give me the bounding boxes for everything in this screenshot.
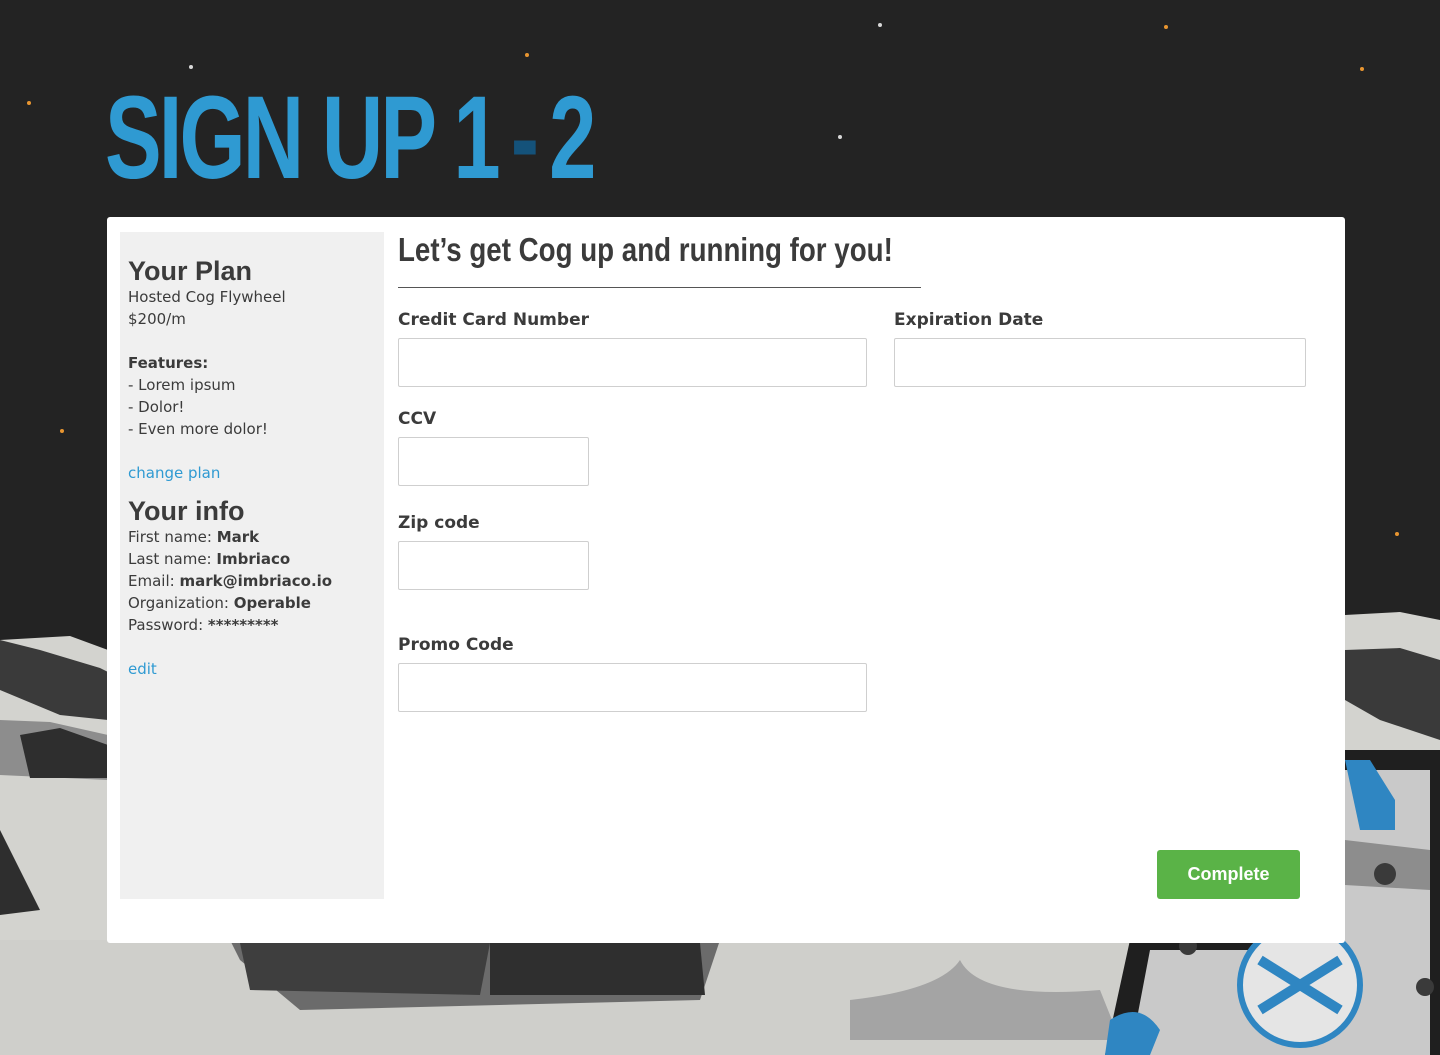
complete-button[interactable]: Complete [1157,850,1300,899]
credit-card-input[interactable] [398,338,867,387]
plan-title: Your Plan [128,256,253,286]
info-value: Operable [233,594,311,612]
title-step-next: 2 [549,72,596,204]
info-value: ********* [207,616,279,634]
info-organization: Organization: Operable [128,592,376,614]
info-first-name: First name: Mark [128,526,376,548]
info-title: Your info [128,496,245,526]
signup-card: Your Plan Hosted Cog Flywheel $200/m Fea… [107,217,1345,943]
plan-name: Hosted Cog Flywheel [128,288,286,306]
expiration-date-label: Expiration Date [894,310,1044,330]
info-value: Mark [216,528,260,546]
ccv-label: CCV [398,409,437,429]
form-headline: Let’s get Cog up and running for you! [398,231,921,288]
info-label: Last name: [128,550,212,568]
info-label: First name: [128,528,212,546]
zip-code-label: Zip code [398,513,480,533]
info-email: Email: mark@imbriaco.io [128,570,376,592]
info-last-name: Last name: Imbriaco [128,548,376,570]
plan-price: $200/m [128,310,186,328]
title-step-current: SIGN UP 1 [105,72,501,204]
page-title: SIGN UP 1-2 [105,78,596,198]
change-plan-link[interactable]: change plan [128,462,220,484]
credit-card-label: Credit Card Number [398,310,589,330]
features-label: Features: [128,354,209,372]
promo-code-label: Promo Code [398,635,514,655]
feature-item: - Lorem ipsum [128,376,236,394]
promo-code-input[interactable] [398,663,867,712]
title-step-separator: - [510,72,539,204]
expiration-date-input[interactable] [894,338,1306,387]
info-label: Organization: [128,594,229,612]
info-label: Email: [128,572,175,590]
edit-info-link[interactable]: edit [128,658,157,680]
feature-item: - Dolor! [128,398,185,416]
info-password: Password: ********* [128,614,376,636]
info-label: Password: [128,616,204,634]
summary-sidebar: Your Plan Hosted Cog Flywheel $200/m Fea… [120,232,384,899]
info-value: Imbriaco [216,550,291,568]
info-value: mark@imbriaco.io [179,572,333,590]
feature-item: - Even more dolor! [128,420,268,438]
zip-code-input[interactable] [398,541,589,590]
payment-form: Let’s get Cog up and running for you! Cr… [398,217,1328,943]
ccv-input[interactable] [398,437,589,486]
form-headline-text: Let’s get Cog up and running for you! [398,231,893,268]
